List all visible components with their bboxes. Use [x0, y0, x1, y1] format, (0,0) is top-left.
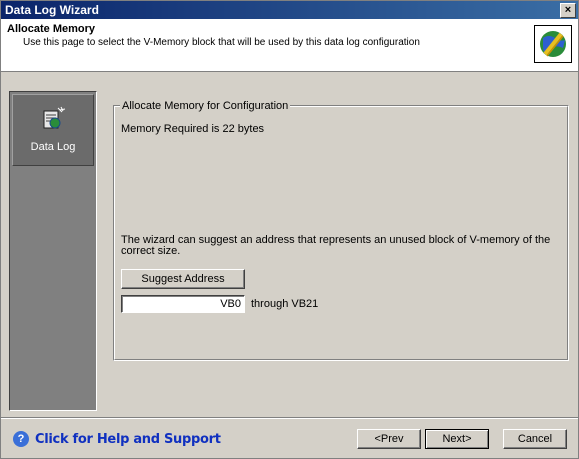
sidebar-item-data-log[interactable]: Data Log [12, 94, 94, 166]
title-bar[interactable]: Data Log Wizard × [1, 1, 578, 19]
help-link[interactable]: ? Click for Help and Support [13, 431, 221, 447]
suggest-description: The wizard can suggest an address that r… [121, 234, 551, 257]
wizard-header: Allocate Memory Use this page to select … [1, 19, 578, 72]
suggest-address-button[interactable]: Suggest Address [121, 269, 245, 289]
sidebar-item-label: Data Log [30, 141, 76, 153]
data-log-wizard-window: Data Log Wizard × Allocate Memory Use th… [0, 0, 579, 459]
address-input[interactable]: VB0 [121, 295, 245, 313]
through-address-text: through VB21 [251, 298, 319, 310]
wizard-sidebar: Data Log [9, 91, 97, 411]
next-button[interactable]: Next> [425, 429, 489, 449]
window-title: Data Log Wizard [5, 3, 99, 17]
footer-divider [1, 417, 578, 419]
group-legend: Allocate Memory for Configuration [120, 100, 291, 112]
page-title: Allocate Memory [7, 23, 96, 35]
help-link-text[interactable]: Click for Help and Support [35, 432, 221, 447]
wizard-globe-icon [534, 25, 572, 63]
prev-button[interactable]: <Prev [357, 429, 421, 449]
allocate-memory-group: Allocate Memory for Configuration Memory… [113, 100, 569, 361]
cancel-button[interactable]: Cancel [503, 429, 567, 449]
help-question-icon: ? [13, 431, 29, 447]
memory-required-text: Memory Required is 22 bytes [121, 123, 265, 135]
close-button[interactable]: × [560, 3, 576, 18]
data-log-icon [41, 105, 67, 131]
page-description: Use this page to select the V-Memory blo… [23, 37, 420, 48]
